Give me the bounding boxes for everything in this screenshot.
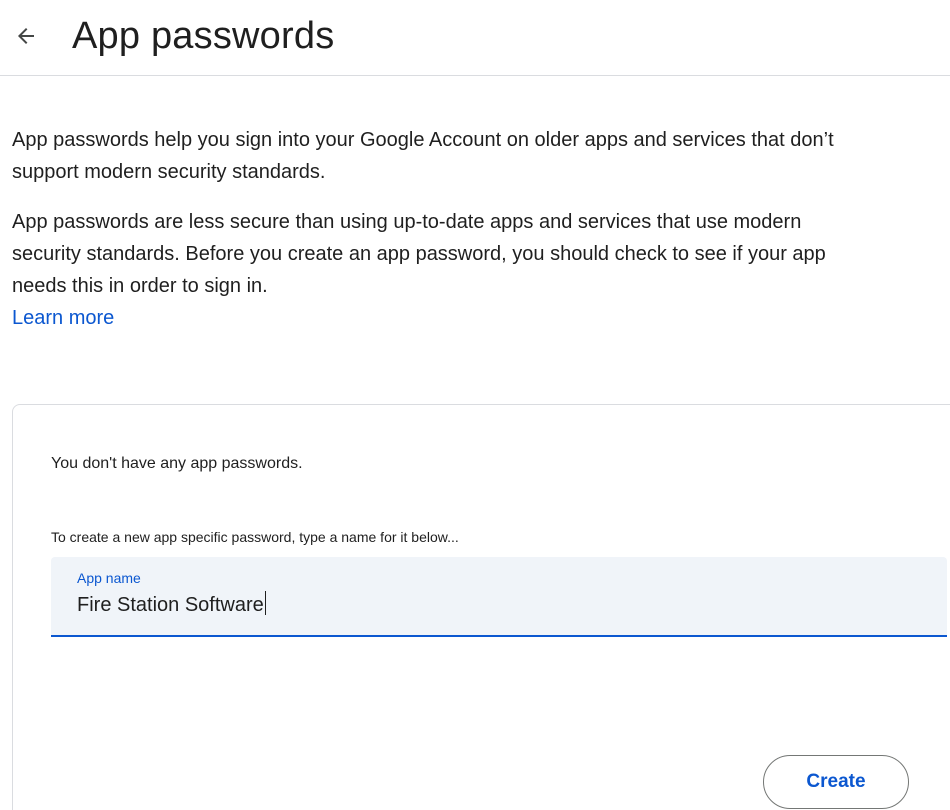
back-button[interactable] <box>6 16 46 56</box>
text-caret <box>264 591 267 615</box>
empty-state-message: You don't have any app passwords. <box>51 455 303 472</box>
app-name-value: Fire Station Software <box>77 594 264 616</box>
create-instruction: To create a new app specific password, t… <box>51 529 459 545</box>
intro-paragraph-1: App passwords help you sign into your Go… <box>12 129 834 183</box>
app-name-label: App name <box>77 570 141 586</box>
learn-more-link[interactable]: Learn more <box>12 302 872 334</box>
app-passwords-page: App passwords App passwords help you sig… <box>0 0 950 810</box>
app-name-field[interactable]: App name Fire Station Software <box>51 557 947 637</box>
create-button[interactable]: Create <box>763 755 909 809</box>
app-name-input[interactable]: Fire Station Software <box>77 591 267 619</box>
arrow-left-icon <box>18 28 34 44</box>
intro-paragraph-2: App passwords are less secure than using… <box>12 211 826 297</box>
intro-section: App passwords help you sign into your Go… <box>12 124 872 334</box>
page-header: App passwords <box>0 0 950 76</box>
page-title: App passwords <box>72 15 335 57</box>
app-passwords-card: You don't have any app passwords. To cre… <box>12 404 950 810</box>
